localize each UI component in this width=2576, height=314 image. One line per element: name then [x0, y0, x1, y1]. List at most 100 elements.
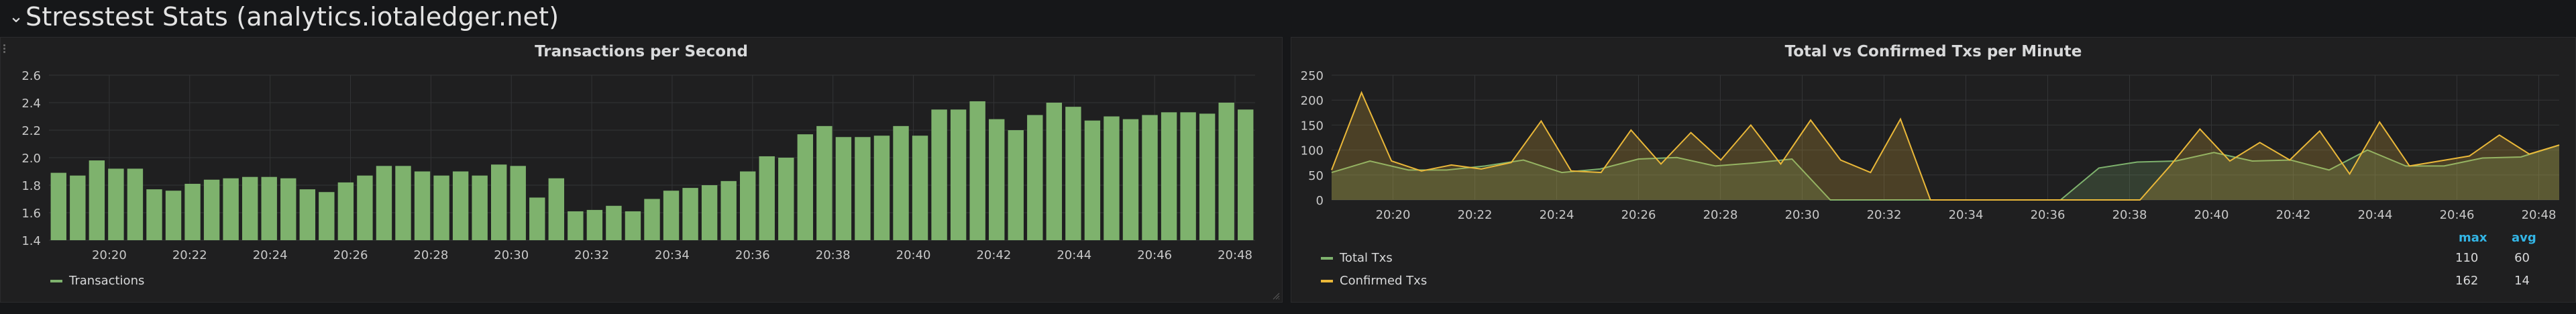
x-tick-label: 20:38 — [2112, 208, 2147, 222]
y-tick-label: 100 — [1301, 144, 1324, 158]
legend-label: Transactions — [69, 274, 145, 288]
bar — [606, 205, 622, 240]
bar — [127, 168, 144, 240]
x-tick-label: 20:24 — [253, 248, 288, 262]
bar — [720, 180, 737, 240]
chevron-down-icon[interactable]: ⌄ — [7, 8, 25, 25]
bar — [739, 171, 756, 240]
legend-item-total-txs[interactable]: Total Txs — [1321, 251, 1393, 265]
bar — [835, 137, 852, 240]
x-tick-label: 20:42 — [976, 248, 1011, 262]
x-tick-label: 20:38 — [816, 248, 851, 262]
y-tick-label: 250 — [1301, 69, 1324, 83]
bar — [912, 136, 928, 240]
resize-corner-icon[interactable] — [1272, 292, 1280, 300]
y-tick-label: 0 — [1316, 194, 1324, 208]
bar — [548, 178, 565, 240]
bar — [299, 189, 315, 240]
dashboard-row-header[interactable]: ⌄ Stresstest Stats (analytics.iotaledger… — [0, 0, 2576, 34]
bar — [241, 176, 258, 240]
legend-value-avg: 14 — [2514, 274, 2530, 288]
row-title[interactable]: Stresstest Stats (analytics.iotaledger.n… — [25, 2, 559, 32]
bar — [586, 209, 603, 240]
bar — [433, 175, 449, 240]
legend-header-avg[interactable]: avg — [2512, 231, 2536, 245]
x-tick-label: 20:44 — [2358, 208, 2393, 222]
bar — [701, 185, 718, 240]
bar — [873, 136, 890, 240]
bar — [969, 101, 985, 240]
x-tick-label: 20:36 — [2031, 208, 2065, 222]
bar — [989, 119, 1005, 240]
legend-value-max: 110 — [2455, 251, 2479, 265]
legend-value-avg: 60 — [2514, 251, 2530, 265]
x-tick-label: 20:48 — [2522, 208, 2557, 222]
x-tick-label: 20:24 — [1540, 208, 1574, 222]
bar — [1008, 130, 1024, 240]
bar — [108, 168, 124, 240]
bar — [357, 175, 373, 240]
bar — [510, 166, 526, 240]
bar — [280, 178, 297, 240]
x-tick-label: 20:32 — [574, 248, 609, 262]
x-tick-label: 20:36 — [735, 248, 770, 262]
y-tick-label: 2.0 — [21, 152, 41, 166]
bar — [663, 191, 680, 240]
bar — [797, 134, 814, 240]
y-tick-label: 200 — [1301, 94, 1324, 108]
x-tick-label: 20:20 — [92, 248, 127, 262]
bar — [1180, 112, 1196, 240]
bar — [568, 211, 584, 240]
legend-label: Confirmed Txs — [1340, 274, 1428, 288]
x-tick-label: 20:26 — [1621, 208, 1656, 222]
legend-swatch — [1321, 279, 1333, 282]
x-tick-label: 20:46 — [2440, 208, 2475, 222]
bar — [1238, 109, 1254, 240]
y-tick-label: 1.4 — [21, 234, 41, 248]
bar — [1218, 103, 1234, 240]
x-tick-label: 20:22 — [1458, 208, 1493, 222]
legend-swatch — [1321, 256, 1333, 260]
bar — [950, 109, 967, 240]
bar — [337, 182, 354, 240]
x-tick-label: 20:20 — [1376, 208, 1411, 222]
tps-bar-chart[interactable]: 1.4 1.6 1.8 2.0 2.2 2.4 2.6 20:20 20:22 20:24 20:2… — [1, 38, 1282, 302]
y-tick-label: 2.2 — [21, 124, 41, 138]
bar — [223, 178, 239, 240]
bar — [414, 171, 431, 240]
bar — [893, 125, 909, 240]
x-tick-label: 20:46 — [1137, 248, 1172, 262]
y-tick-label: 1.8 — [21, 179, 41, 193]
bar — [70, 175, 86, 240]
legend-item-transactions[interactable]: Transactions — [50, 274, 144, 288]
x-tick-label: 20:30 — [1785, 208, 1820, 222]
bar — [682, 188, 698, 240]
bar — [644, 199, 660, 240]
bar — [376, 166, 392, 240]
y-tick-label: 2.4 — [21, 97, 41, 111]
x-tick-label: 20:40 — [2194, 208, 2229, 222]
bar — [1027, 115, 1043, 240]
bar — [855, 137, 871, 240]
bar — [319, 192, 335, 240]
bar — [452, 171, 469, 240]
bar — [472, 175, 488, 240]
panel-transactions-per-second: Transactions per Second 1.4 1.6 1.8 2.0 2.2 2… — [0, 37, 1283, 303]
bar — [1065, 107, 1081, 240]
bar — [778, 158, 794, 240]
bar — [816, 125, 833, 240]
bar — [931, 109, 947, 240]
x-tick-label: 20:34 — [655, 248, 690, 262]
bar — [146, 189, 162, 240]
x-tick-label: 20:28 — [1703, 208, 1738, 222]
legend-header-max[interactable]: max — [2459, 231, 2487, 245]
panel-total-vs-confirmed: Total vs Confirmed Txs per Minute 0 50 100… — [1291, 37, 2576, 303]
x-tick-label: 20:48 — [1218, 248, 1252, 262]
total-vs-confirmed-area-chart[interactable]: 0 50 100 150 200 250 20:20 20:22 20:24 20:26 20:28… — [1291, 38, 2575, 302]
bar — [50, 172, 66, 240]
bar — [1161, 112, 1177, 240]
bar — [759, 156, 775, 240]
legend-value-max: 162 — [2455, 274, 2479, 288]
x-tick-label: 20:40 — [896, 248, 931, 262]
legend-item-confirmed-txs[interactable]: Confirmed Txs — [1321, 274, 1427, 288]
